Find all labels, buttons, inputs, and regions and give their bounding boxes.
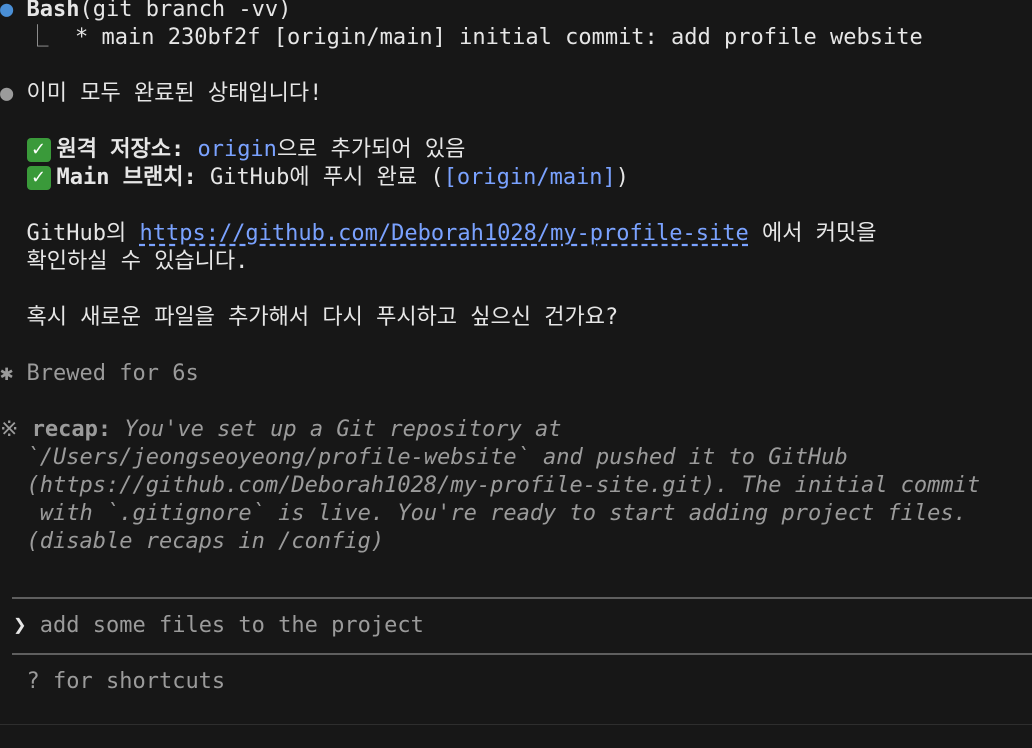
brewed-status: Brewed for 6s [26,361,199,386]
recap-icon: ※ [0,417,32,442]
bash-tool-name: Bash [26,0,80,22]
recap-text-4: with `.gitignore` is live. You're ready … [26,501,967,526]
check-item-remote: ✓ 원격 저장소: origin으로 추가되어 있음 [0,136,465,164]
check-item-branch: ✓ Main 브랜치: GitHub에 푸시 완료 ([origin/main]) [0,164,629,192]
origin-link[interactable]: origin [197,137,276,162]
input-top-border [12,597,1032,599]
brewed-status-line: ✱ Brewed for 6s [0,360,199,388]
recap-text-3: (https://github.com/Deborah1028/my-profi… [26,473,981,498]
check-mark-icon: ✓ [26,138,51,162]
github-repo-link[interactable]: https://github.com/Deborah1028/my-profil… [139,221,748,246]
recap-line-2: `/Users/jeongseoyeong/profile-website` a… [0,444,848,472]
assistant-headline-line: ● 이미 모두 완료된 상태입니다! [0,80,322,108]
bash-output-line: ⎿ * main 230bf2f [origin/main] initial c… [0,24,923,52]
check-mark-icon: ✓ [26,166,51,190]
shortcuts-hint-line: ? for shortcuts [0,668,226,696]
check-item-suffix: 으로 추가되어 있음 [276,137,466,162]
bottom-divider [0,724,1032,725]
prompt-input[interactable]: ❯ add some files to the project [0,612,1032,640]
github-url-line-2: 확인하실 수 있습니다. [0,248,249,276]
github-prefix: GitHub의 [26,221,140,246]
assistant-question: 혹시 새로운 파일을 추가해서 다시 푸시하고 싶으신 건가요? [26,305,619,330]
check-item-suffix: ) [615,165,630,190]
asterisk-icon: ✱ [0,361,27,386]
check-item-text: GitHub에 푸시 완료 ( [196,165,444,190]
shortcuts-hint[interactable]: ? for shortcuts [27,669,226,694]
origin-main-link[interactable]: [origin/main] [444,165,616,190]
recap-line-5: (disable recaps in /config) [0,528,385,556]
recap-label: recap: [31,417,112,442]
github-line2: 확인하실 수 있습니다. [26,249,249,274]
check-item-label: Main 브랜치: [56,165,197,190]
recap-text-2: `/Users/jeongseoyeong/profile-website` a… [26,445,848,470]
github-suffix: 에서 커밋을 [748,221,877,246]
prompt-placeholder[interactable]: add some files to the project [40,613,424,638]
github-url-line: GitHub의 https://github.com/Deborah1028/m… [0,220,877,248]
assistant-headline: 이미 모두 완료된 상태입니다! [26,81,323,106]
prompt-symbol: ❯ [13,613,27,638]
tree-connector-icon: ⎿ [26,25,49,50]
prompt-chevron-icon [0,613,13,638]
question-line: 혹시 새로운 파일을 추가해서 다시 푸시하고 싶으신 건가요? [0,304,619,332]
message-bullet-icon: ● [0,81,27,106]
bash-tool-line: ● Bash(git branch -vv) [0,0,291,24]
bash-bullet-icon: ● [0,0,27,22]
bash-output: * main 230bf2f [origin/main] initial com… [75,25,923,50]
bash-command: (git branch -vv) [79,0,292,22]
input-bottom-border [12,653,1032,655]
recap-text-5: (disable recaps in /config) [26,529,385,554]
recap-line-4: with `.gitignore` is live. You're ready … [0,500,967,528]
recap-line-1: ※ recap: You've set up a Git repository … [0,416,562,444]
recap-line-3: (https://github.com/Deborah1028/my-profi… [0,472,981,500]
check-item-label: 원격 저장소: [56,137,185,162]
recap-text-1: You've set up a Git repository at [111,417,562,442]
